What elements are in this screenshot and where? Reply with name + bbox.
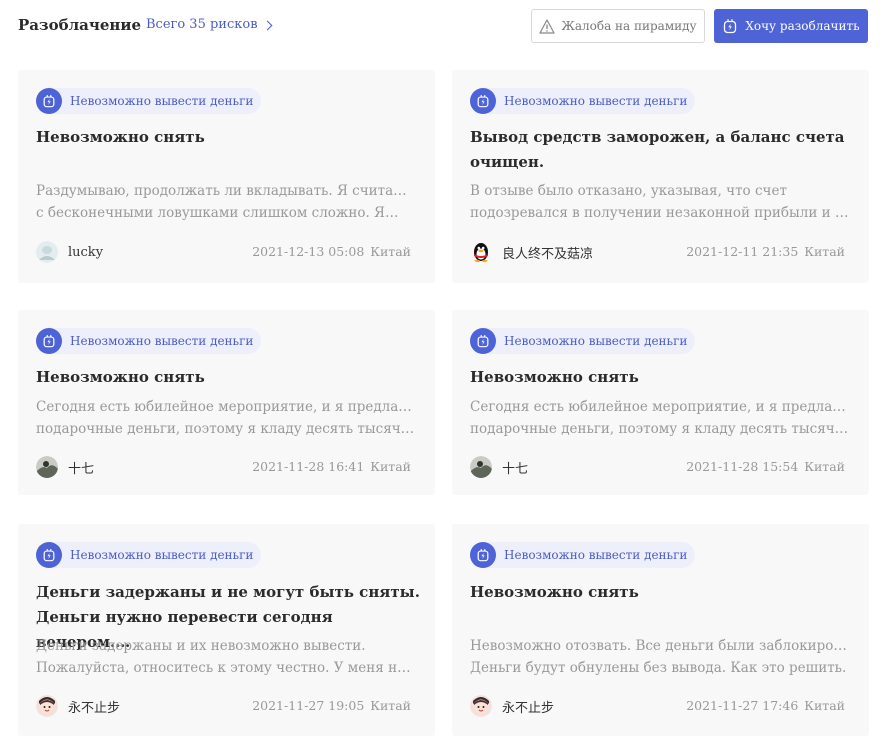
post-date: 2021-11-28 16:41 xyxy=(252,459,365,474)
lightning-shield-icon xyxy=(470,542,496,568)
risk-card[interactable]: Невозможно вывести деньги Деньги задержа… xyxy=(18,524,435,736)
post-date: 2021-11-27 19:05 xyxy=(252,698,365,713)
risk-card[interactable]: Невозможно вывести деньги Невозможно сня… xyxy=(452,524,869,736)
card-description-line: с бесконечными ловушками слишком сложно.… xyxy=(36,205,399,221)
risk-card[interactable]: Невозможно вывести деньги Невозможно сня… xyxy=(18,310,435,495)
complaint-button[interactable]: Жалоба на пирамиду xyxy=(531,9,705,43)
card-author: lucky xyxy=(36,241,103,263)
risk-tag-label: Невозможно вывести деньги xyxy=(504,94,688,108)
card-description: Невозможно отозвать. Все деньги были заб… xyxy=(470,635,852,679)
post-country: Китай xyxy=(804,244,845,259)
risk-tag: Невозможно вывести деньги xyxy=(470,88,696,114)
avatar xyxy=(36,241,58,263)
card-description-line: Деньги задержаны и их невозможно вывести… xyxy=(36,638,366,654)
page-header: Разоблачение Всего 35 рисков Жалоба на п… xyxy=(0,0,895,54)
card-description-line: Невозможно отозвать. Все деньги были заб… xyxy=(470,638,852,654)
risk-tag-label: Невозможно вывести деньги xyxy=(504,334,688,348)
card-description-line: Сегодня есть юбилейное мероприятие, и я … xyxy=(36,399,418,415)
lightning-shield-icon xyxy=(470,328,496,354)
expose-button-label: Хочу разоблачить xyxy=(745,19,860,33)
card-description-line: В отзыве было отказано, указывая, что сч… xyxy=(470,183,787,199)
card-meta: 2021-12-11 21:35 Китай xyxy=(686,244,845,259)
card-meta: 2021-11-27 19:05 Китай xyxy=(252,698,411,713)
card-description: Деньги задержаны и их невозможно вывести… xyxy=(36,635,418,679)
card-author: 十七 xyxy=(470,456,528,478)
card-author: 永不止步 xyxy=(36,695,120,717)
post-country: Китай xyxy=(804,459,845,474)
risk-card[interactable]: Невозможно вывести деньги Невозможно сня… xyxy=(18,70,435,283)
avatar xyxy=(470,695,492,717)
card-meta: 2021-11-27 17:46 Китай xyxy=(686,698,845,713)
card-author: 永不止步 xyxy=(470,695,554,717)
page-title: Разоблачение xyxy=(18,16,142,34)
post-country: Китай xyxy=(370,459,411,474)
avatar xyxy=(470,456,492,478)
card-title[interactable]: Невозможно снять xyxy=(36,125,421,150)
post-country: Китай xyxy=(370,698,411,713)
card-meta: 2021-12-13 05:08 Китай xyxy=(252,244,411,259)
card-description-line: подозревался в получении незаконной приб… xyxy=(470,205,852,221)
card-title[interactable]: Невозможно снять xyxy=(470,365,855,390)
risk-tag-label: Невозможно вывести деньги xyxy=(70,548,254,562)
post-country: Китай xyxy=(804,698,845,713)
risk-tag-label: Невозможно вывести деньги xyxy=(70,334,254,348)
card-description: Сегодня есть юбилейное мероприятие, и я … xyxy=(470,396,852,440)
card-description-line: Пожалуйста, относитесь к этому честно. У… xyxy=(36,660,418,676)
card-description-line: подарочные деньги, поэтому я кладу десят… xyxy=(36,421,418,437)
card-title[interactable]: Вывод средств заморожен, а баланс счета … xyxy=(470,125,855,175)
lightning-shield-icon xyxy=(36,88,62,114)
card-title[interactable]: Невозможно снять xyxy=(470,580,855,605)
avatar xyxy=(36,695,58,717)
avatar xyxy=(36,456,58,478)
card-meta: 2021-11-28 16:41 Китай xyxy=(252,459,411,474)
risk-tag: Невозможно вывести деньги xyxy=(470,328,696,354)
card-description: Сегодня есть юбилейное мероприятие, и я … xyxy=(36,396,418,440)
author-name: lucky xyxy=(68,244,104,260)
card-description-line: подарочные деньги, поэтому я кладу десят… xyxy=(470,421,852,437)
post-country: Китай xyxy=(370,244,411,259)
post-date: 2021-12-13 05:08 xyxy=(252,244,365,259)
expose-button[interactable]: Хочу разоблачить xyxy=(714,9,868,43)
lightning-shield-icon xyxy=(36,542,62,568)
risk-tag: Невозможно вывести деньги xyxy=(36,328,262,354)
card-description-line: Деньги будут обнулены без вывода. Как эт… xyxy=(470,660,847,676)
author-name: 十七 xyxy=(502,461,529,477)
post-date: 2021-11-27 17:46 xyxy=(686,698,799,713)
total-risks-link[interactable]: Всего 35 рисков xyxy=(146,17,272,32)
risk-card[interactable]: Невозможно вывести деньги Вывод средств … xyxy=(452,70,869,283)
risk-tag-label: Невозможно вывести деньги xyxy=(70,94,254,108)
card-description-line: Сегодня есть юбилейное мероприятие, и я … xyxy=(470,399,852,415)
risk-card[interactable]: Невозможно вывести деньги Невозможно сня… xyxy=(452,310,869,495)
card-author: 十七 xyxy=(36,456,94,478)
card-description: В отзыве было отказано, указывая, что сч… xyxy=(470,180,852,224)
total-risks-label: Всего 35 рисков xyxy=(146,17,258,32)
risk-tag-label: Невозможно вывести деньги xyxy=(504,548,688,562)
card-author: 良人终不及菇凉 xyxy=(470,241,593,263)
author-name: 永不止步 xyxy=(68,700,121,716)
post-date: 2021-11-28 15:54 xyxy=(686,459,799,474)
risk-tag: Невозможно вывести деньги xyxy=(36,542,262,568)
warning-icon xyxy=(539,18,555,34)
card-description-line: Раздумываю, продолжать ли вкладывать. Я … xyxy=(36,183,418,199)
card-meta: 2021-11-28 15:54 Китай xyxy=(686,459,845,474)
risk-tag: Невозможно вывести деньги xyxy=(470,542,696,568)
risk-tag: Невозможно вывести деньги xyxy=(36,88,262,114)
author-name: 永不止步 xyxy=(502,700,555,716)
complaint-button-label: Жалоба на пирамиду xyxy=(561,19,697,33)
card-description: Раздумываю, продолжать ли вкладывать. Я … xyxy=(36,180,418,224)
lightning-shield-icon xyxy=(470,88,496,114)
lightning-shield-icon xyxy=(724,19,737,34)
card-title[interactable]: Невозможно снять xyxy=(36,365,421,390)
post-date: 2021-12-11 21:35 xyxy=(686,244,799,259)
avatar xyxy=(470,241,492,263)
author-name: 十七 xyxy=(68,461,95,477)
author-name: 良人终不及菇凉 xyxy=(502,246,594,262)
chevron-right-icon xyxy=(262,20,272,30)
lightning-shield-icon xyxy=(36,328,62,354)
